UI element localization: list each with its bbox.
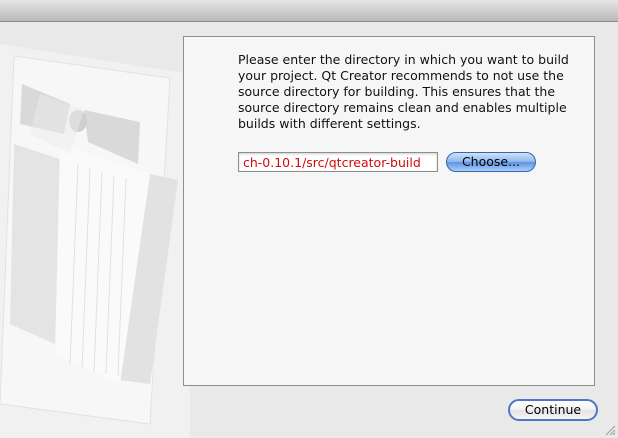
build-directory-input[interactable] <box>238 152 438 172</box>
wizard-window: Please enter the directory in which you … <box>0 0 618 438</box>
page-content-panel: Please enter the directory in which you … <box>183 36 595 386</box>
resize-grip-icon[interactable] <box>604 424 616 436</box>
choose-button[interactable]: Choose... <box>446 152 536 172</box>
build-directory-description: Please enter the directory in which you … <box>238 52 569 131</box>
continue-button[interactable]: Continue <box>508 399 598 421</box>
title-bar[interactable] <box>0 0 618 22</box>
tuxedo-watermark-icon <box>0 44 190 438</box>
